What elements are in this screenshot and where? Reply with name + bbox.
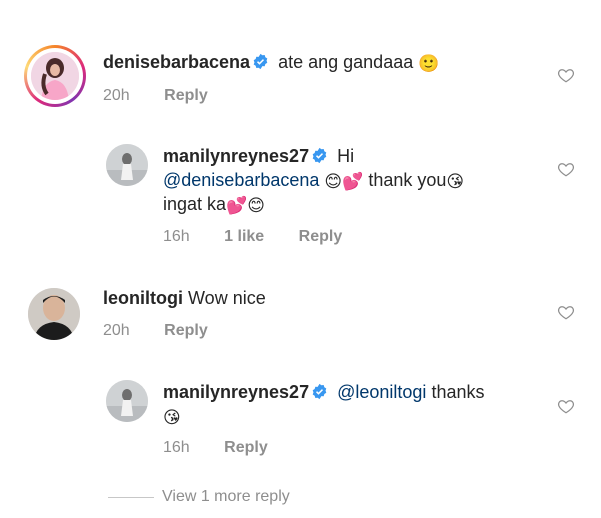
timestamp: 16h	[163, 439, 190, 456]
verified-badge-icon	[312, 147, 327, 164]
username[interactable]: manilynreynes27	[163, 382, 309, 402]
avatar[interactable]	[31, 52, 79, 100]
reply-button[interactable]: Reply	[224, 439, 268, 456]
verified-badge-icon	[312, 383, 327, 400]
reply-button[interactable]: Reply	[164, 322, 208, 339]
greeting-text: Hi	[337, 146, 355, 166]
comment-text: ate ang gandaaa	[278, 52, 414, 72]
timestamp: 16h	[163, 228, 190, 245]
reply-button[interactable]: Reply	[299, 228, 343, 245]
mention-link[interactable]: @denisebarbacena	[163, 170, 319, 190]
slight-smile-emoji: 🙂	[418, 54, 440, 73]
likes-count[interactable]: 1 like	[224, 228, 264, 245]
like-heart-icon[interactable]	[557, 303, 575, 321]
timestamp: 20h	[103, 87, 130, 104]
heart-smile-emoji: 💕😊	[226, 196, 265, 215]
avatar[interactable]	[106, 380, 148, 422]
view-more-replies-button[interactable]: View 1 more reply	[108, 488, 290, 506]
avatar[interactable]	[28, 288, 80, 340]
comment-text-line2: ingat ka	[163, 194, 227, 214]
comment-text: thank you	[368, 170, 447, 190]
kiss-emoji: 😘	[446, 172, 465, 191]
comment-text: Wow nice	[188, 288, 266, 308]
timestamp: 20h	[103, 322, 130, 339]
divider-line	[108, 496, 154, 498]
verified-badge-icon	[253, 53, 268, 70]
comment-text: thanks	[431, 382, 485, 402]
like-heart-icon[interactable]	[557, 66, 575, 84]
username[interactable]: leoniltogi	[103, 288, 183, 308]
avatar[interactable]	[106, 144, 148, 186]
reply-button[interactable]: Reply	[164, 87, 208, 104]
smile-heart-emoji: 😊💕	[324, 172, 364, 191]
kiss-emoji: 😘	[163, 408, 181, 427]
view-more-label: View 1 more reply	[162, 488, 290, 505]
mention-link[interactable]: @leoniltogi	[337, 382, 426, 402]
like-heart-icon[interactable]	[557, 397, 575, 415]
username[interactable]: manilynreynes27	[163, 146, 309, 166]
username[interactable]: denisebarbacena	[103, 52, 250, 72]
like-heart-icon[interactable]	[557, 160, 575, 178]
